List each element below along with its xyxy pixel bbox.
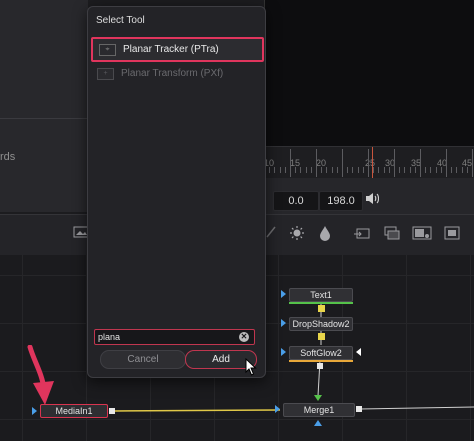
tool-item-label: Planar Tracker (PTra) bbox=[123, 44, 219, 55]
transform-icon: + bbox=[97, 68, 114, 80]
mouse-cursor-icon bbox=[245, 357, 257, 381]
node-output-port[interactable] bbox=[318, 305, 325, 312]
node-dropshadow2[interactable]: DropShadow2 bbox=[289, 317, 353, 331]
tool-search-box: ✕ bbox=[94, 329, 255, 345]
node-merge1[interactable]: Merge1 bbox=[283, 403, 355, 417]
node-input-icon[interactable] bbox=[281, 348, 286, 356]
annotation-arrow-icon bbox=[20, 344, 56, 412]
node-output-port[interactable] bbox=[356, 406, 362, 412]
node-input-icon[interactable] bbox=[281, 319, 286, 327]
node-status-bar bbox=[289, 302, 353, 304]
tool-item-planar-transform[interactable]: + Planar Transform (PXf) bbox=[91, 63, 260, 84]
node-label: SoftGlow2 bbox=[300, 348, 342, 358]
node-mask-input-icon[interactable] bbox=[314, 420, 322, 426]
tool-item-planar-tracker[interactable]: ⌖ Planar Tracker (PTra) bbox=[91, 37, 264, 62]
tool-item-label: Planar Transform (PXf) bbox=[121, 68, 224, 79]
node-label: Merge1 bbox=[303, 405, 335, 415]
node-output-port[interactable] bbox=[109, 408, 115, 414]
clear-icon[interactable]: ✕ bbox=[239, 332, 249, 342]
connection-merge-output bbox=[359, 406, 474, 410]
node-label: Text1 bbox=[310, 290, 332, 300]
node-text1[interactable]: Text1 bbox=[289, 288, 353, 304]
node-softglow2[interactable]: SoftGlow2 bbox=[289, 346, 353, 362]
node-status-bar bbox=[289, 360, 353, 362]
node-label: DropShadow2 bbox=[292, 319, 350, 329]
dialog-title: Select Tool bbox=[96, 15, 145, 26]
select-tool-dialog: Select Tool ⌖ Planar Tracker (PTra) + Pl… bbox=[87, 6, 266, 378]
node-output-port[interactable] bbox=[318, 333, 325, 340]
tracker-icon: ⌖ bbox=[99, 44, 116, 56]
node-label: MediaIn1 bbox=[55, 406, 93, 416]
cancel-button[interactable]: Cancel bbox=[100, 350, 186, 369]
node-mask-input-icon[interactable] bbox=[356, 348, 361, 356]
node-background-input-icon[interactable] bbox=[275, 405, 280, 413]
node-foreground-input-icon[interactable] bbox=[314, 395, 322, 401]
connection-mediain-merge bbox=[113, 409, 281, 412]
node-output-port[interactable] bbox=[317, 363, 323, 369]
tool-search-input[interactable] bbox=[98, 330, 228, 344]
node-input-icon[interactable] bbox=[281, 290, 286, 298]
